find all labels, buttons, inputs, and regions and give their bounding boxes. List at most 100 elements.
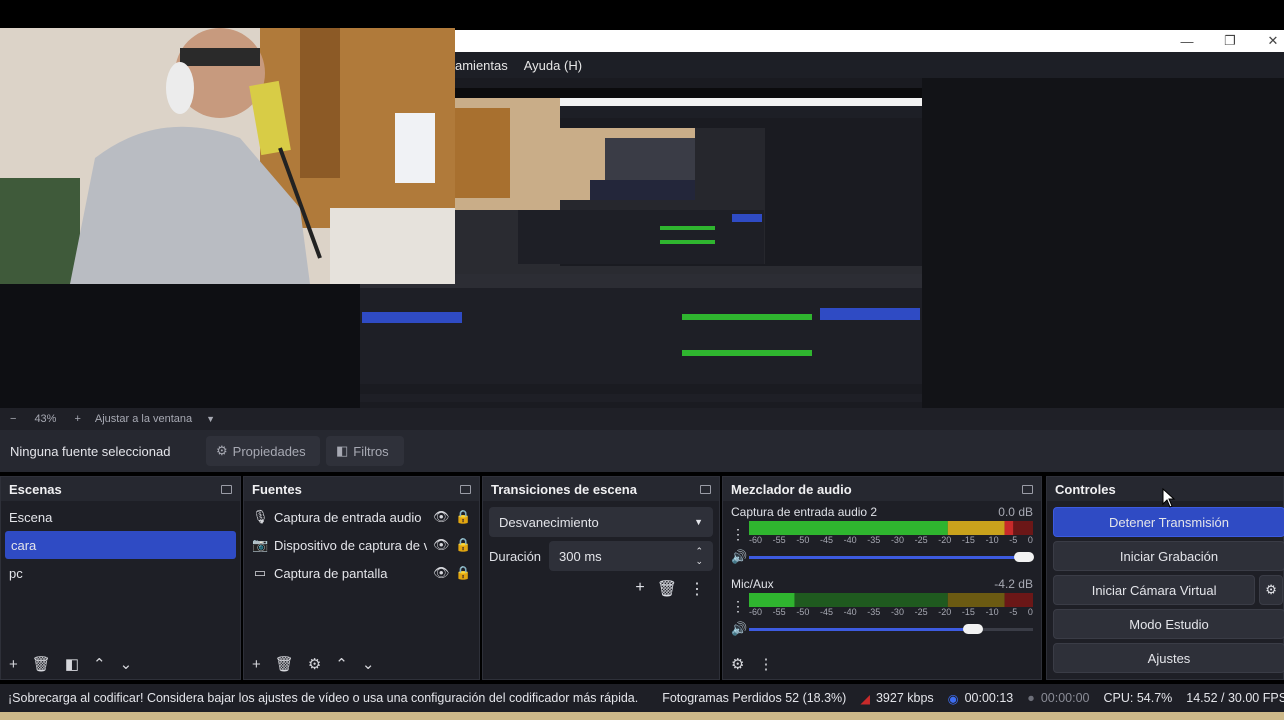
- channel-name: Captura de entrada audio 2: [731, 505, 878, 519]
- undock-icon[interactable]: [1022, 484, 1033, 494]
- source-toolbar: Ninguna fuente seleccionad ⚙ Propiedades…: [0, 430, 1284, 472]
- transition-select[interactable]: Desvanecimiento ▼: [489, 507, 713, 537]
- zoom-fit-label[interactable]: Ajustar a la ventana: [95, 413, 192, 425]
- virtual-cam-label: Iniciar Cámara Virtual: [1091, 582, 1217, 598]
- more-icon[interactable]: ⋮: [731, 598, 745, 615]
- scene-label: cara: [11, 537, 37, 553]
- undock-icon[interactable]: [700, 484, 711, 494]
- duration-spinbox[interactable]: 300 ms ⌃ ⌄: [549, 541, 713, 571]
- stream-icon: ◉: [947, 691, 959, 706]
- lock-icon[interactable]: 🔒: [455, 509, 471, 525]
- zoom-value: 43%: [34, 413, 57, 425]
- no-source-selected-label: Ninguna fuente seleccionad: [10, 443, 171, 459]
- scale-tick: 0: [1027, 535, 1033, 545]
- zoom-in-button[interactable]: +: [74, 413, 80, 425]
- source-item[interactable]: 📷 Dispositivo de captura de v 👁 🔒: [244, 531, 479, 559]
- start-recording-button[interactable]: Iniciar Grabación: [1053, 541, 1284, 571]
- undock-icon[interactable]: [221, 484, 232, 494]
- scene-item-escena[interactable]: Escena: [1, 503, 240, 531]
- add-icon[interactable]: +: [9, 656, 18, 673]
- scene-item-cara[interactable]: cara: [5, 531, 236, 559]
- source-item[interactable]: ▭ Captura de pantalla 👁 🔒: [244, 559, 479, 587]
- add-icon[interactable]: +: [252, 656, 261, 673]
- start-virtual-camera-button[interactable]: Iniciar Cámara Virtual: [1053, 575, 1256, 605]
- slider-handle[interactable]: [963, 624, 984, 634]
- sources-dock: Fuentes 🎙 Captura de entrada audio 👁 🔒 📷…: [243, 476, 480, 680]
- speaker-icon[interactable]: 🔊: [731, 621, 747, 637]
- eye-icon[interactable]: 👁: [433, 565, 450, 581]
- status-bar: ¡Sobrecarga al codificar! Considera baja…: [0, 684, 1284, 712]
- properties-button[interactable]: ⚙ Propiedades: [206, 436, 320, 466]
- volume-slider[interactable]: [749, 622, 1033, 636]
- trash-icon[interactable]: 🗑: [657, 579, 677, 599]
- menu-help[interactable]: Ayuda (H): [524, 58, 582, 73]
- menu-tools[interactable]: amientas: [455, 58, 508, 73]
- filters-button[interactable]: ◧ Filtros: [326, 436, 404, 466]
- more-icon[interactable]: ⋮: [731, 526, 745, 543]
- eye-icon[interactable]: 👁: [433, 537, 450, 553]
- more-icon[interactable]: ⋮: [758, 655, 773, 673]
- volume-slider[interactable]: [749, 550, 1035, 564]
- filter-icon[interactable]: ◧: [65, 655, 79, 673]
- gear-icon[interactable]: ⚙: [731, 655, 744, 673]
- sources-title: Fuentes: [252, 481, 302, 497]
- scale-tick: -50: [796, 535, 810, 545]
- meter-scale: -60 -55 -50 -45 -40 -35 -30 -25 -20 -15 -10 -5 0: [749, 607, 1033, 619]
- scale-tick: -30: [890, 607, 904, 617]
- stop-stream-button[interactable]: Detener Transmisión: [1053, 507, 1284, 537]
- close-button[interactable]: ✕: [1253, 30, 1284, 52]
- zoom-out-button[interactable]: −: [10, 413, 16, 425]
- monitor-icon: ▭: [253, 565, 267, 580]
- window-titlebar: — ❐ ✕: [455, 30, 1284, 52]
- scale-tick: -40: [843, 535, 857, 545]
- record-icon: ●: [1027, 691, 1035, 705]
- studio-mode-button[interactable]: Modo Estudio: [1053, 609, 1284, 639]
- spin-arrows-icon[interactable]: ⌃ ⌄: [695, 546, 703, 566]
- more-icon[interactable]: ⋮: [689, 579, 705, 599]
- channel-db: -4.2 dB: [994, 577, 1033, 591]
- slider-handle[interactable]: [1014, 552, 1035, 562]
- trash-icon[interactable]: 🗑: [275, 655, 294, 673]
- source-item[interactable]: 🎙 Captura de entrada audio 👁 🔒: [244, 503, 479, 531]
- scale-tick: -5: [1009, 607, 1018, 617]
- close-icon: ✕: [1267, 33, 1279, 48]
- trash-icon[interactable]: 🗑: [32, 655, 51, 673]
- eye-icon[interactable]: 👁: [433, 509, 450, 525]
- chevron-up-icon[interactable]: ⌃: [93, 655, 106, 673]
- lock-icon[interactable]: 🔒: [455, 537, 471, 553]
- scene-label: Escena: [9, 509, 53, 525]
- webcam-overlay: [0, 28, 455, 284]
- mouse-cursor-icon: [1162, 488, 1176, 508]
- gear-icon[interactable]: ⚙: [308, 655, 321, 673]
- add-icon[interactable]: +: [635, 579, 644, 599]
- maximize-button[interactable]: ❐: [1210, 30, 1250, 52]
- channel-db: 0.0 dB: [998, 505, 1033, 519]
- settings-button[interactable]: Ajustes: [1053, 643, 1284, 673]
- scale-tick: -5: [1009, 535, 1018, 545]
- mixer-channel: Mic/Aux -4.2 dB ⋮ -60 -55 -50 -45 -40 -3…: [731, 575, 1033, 637]
- settings-label: Ajustes: [1147, 650, 1191, 666]
- chevron-down-icon[interactable]: ⌄: [120, 655, 133, 673]
- stop-stream-label: Detener Transmisión: [1109, 514, 1229, 530]
- transitions-title: Transiciones de escena: [491, 481, 637, 497]
- scene-item-pc[interactable]: pc: [1, 559, 240, 587]
- top-black-bar: [0, 0, 1284, 30]
- scale-tick: -15: [961, 535, 975, 545]
- undock-icon[interactable]: [460, 484, 471, 494]
- minimize-button[interactable]: —: [1167, 30, 1207, 52]
- chevron-down-icon[interactable]: ⌄: [362, 655, 375, 673]
- lock-icon[interactable]: 🔒: [455, 565, 471, 581]
- zoom-dropdown-icon[interactable]: ▼: [206, 414, 215, 424]
- chevron-up-icon[interactable]: ⌃: [335, 655, 348, 673]
- scale-tick: -15: [961, 607, 975, 617]
- mixer-title: Mezclador de audio: [731, 481, 852, 497]
- speaker-icon[interactable]: 🔊: [731, 549, 747, 565]
- network-icon: ◢: [860, 691, 870, 706]
- scale-tick: -50: [796, 607, 810, 617]
- meter-scale: -60 -55 -50 -45 -40 -35 -30 -25 -20 -15 -10 -5 0: [749, 535, 1033, 547]
- scenes-dock: Escenas Escena cara pc + 🗑 ◧ ⌃ ⌄: [0, 476, 241, 680]
- fps: 14.52 / 30.00 FPS: [1186, 691, 1284, 705]
- virtual-camera-settings-button[interactable]: ⚙: [1259, 575, 1283, 605]
- filters-label: Filtros: [353, 443, 389, 459]
- chevron-down-icon: ▼: [694, 517, 703, 527]
